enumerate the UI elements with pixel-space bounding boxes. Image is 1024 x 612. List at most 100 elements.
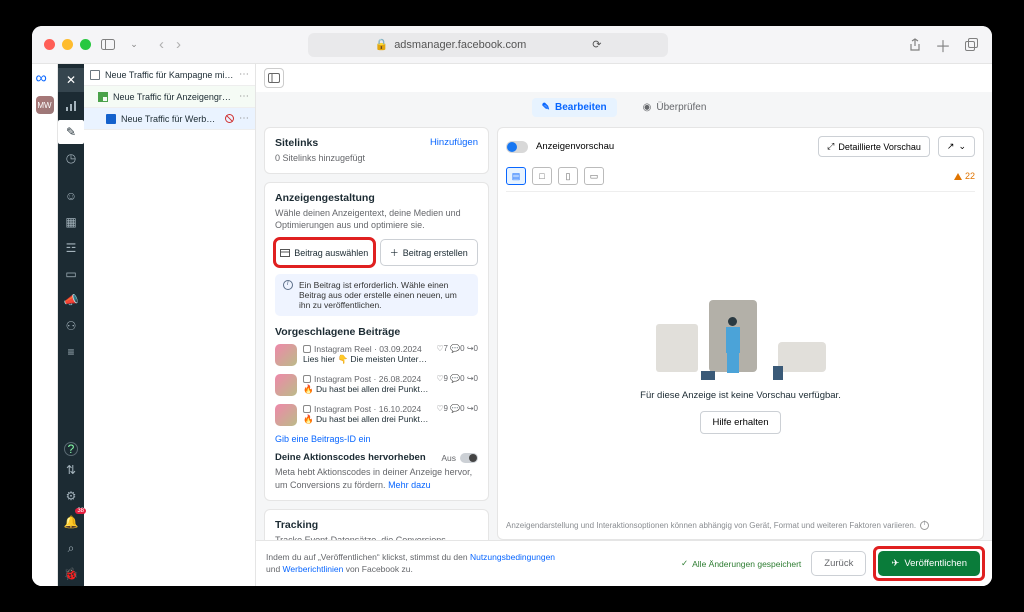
post-icon [280,249,290,257]
meta-logo-icon[interactable]: ∞ [36,70,54,88]
more-icon[interactable]: ⋯ [239,113,249,124]
grid-icon[interactable]: ▦ [58,210,84,234]
clock-icon[interactable]: ◷ [58,146,84,170]
actioncodes-more-link[interactable]: Mehr dazu [388,480,431,490]
actioncodes-toggle[interactable] [460,453,478,463]
tabs-overview-icon[interactable] [962,36,980,54]
campaign-name: Neue Traffic für Kampagne mit empfohl… [105,70,234,80]
titlebar-chevron-icon[interactable]: ⌄ [125,36,143,54]
detailed-preview-button[interactable]: ⤢ Detaillierte Vorschau [818,136,930,157]
sitelinks-add-link[interactable]: Hinzufügen [430,137,478,148]
tab-review[interactable]: ◉ Überprüfen [633,98,717,117]
top-row [256,64,992,92]
terms-link[interactable]: Nutzungsbedingungen [470,552,555,562]
expand-icon: ⤢ [827,141,834,152]
search-rail-icon[interactable]: ⌕ [58,536,84,560]
publish-button[interactable]: ✈ Veröffentlichen [878,551,980,576]
suggested-post[interactable]: Instagram Post · 26.08.2024 🔥 Du hast be… [275,374,478,396]
ad-name: Neue Traffic für Werbeanzeig… [121,114,220,124]
card-icon[interactable]: ▭ [58,262,84,286]
toggle-state-text: Aus [441,453,456,463]
get-help-button[interactable]: Hilfe erhalten [700,411,782,434]
publish-footer: Indem du auf „Veröffentlichen“ klickst, … [256,540,992,586]
post-thumbnail [275,374,297,396]
browser-titlebar: ⌄ ‹ › 🔒 adsmanager.facebook.com ⟳ ＋ [32,26,992,64]
tab-edit[interactable]: ✎ Bearbeiten [532,98,617,117]
new-tab-icon[interactable]: ＋ [934,36,952,54]
back-button[interactable]: Zurück [811,551,866,576]
error-icon [225,114,234,123]
account-avatar[interactable]: MW [36,96,54,114]
chart-icon[interactable] [58,94,84,118]
suggested-posts-heading: Vorgeschlagene Beiträge [275,326,478,338]
breadcrumb-adset[interactable]: Neue Traffic für Anzeigengruppe mi… ⋯ [84,86,255,108]
meta-rail: ∞ MW [32,64,58,586]
empty-preview-illustration [651,280,831,380]
disclaimer: Indem du auf „Veröffentlichen“ klickst, … [266,552,566,574]
lock-icon: 🔒 [374,38,388,51]
pencil-icon: ✎ [542,102,550,113]
device-feed-icon[interactable]: ▤ [506,167,526,185]
smiley-icon[interactable]: ☺ [58,184,84,208]
close-editor-icon[interactable]: ✕ [58,68,84,92]
maximize-window-button[interactable] [80,39,91,50]
help-icon[interactable]: ? [64,442,78,456]
actioncodes-desc: Meta hebt Aktionscodes in deiner Anzeige… [275,467,472,489]
breadcrumb-campaign[interactable]: Neue Traffic für Kampagne mit empfohl… ⋯ [84,64,255,86]
create-post-label: Beitrag erstellen [403,248,468,258]
menu-icon[interactable]: ≡ [58,340,84,364]
info-icon [283,280,293,290]
people-icon[interactable]: ⚇ [58,314,84,338]
megaphone-icon[interactable]: 📣 [58,288,84,312]
device-mobile-icon[interactable]: ▯ [558,167,578,185]
app-root: ∞ MW ✕ ✎ ◷ ☺ ▦ ☲ ▭ 📣 ⚇ ≡ ? ⇅ ⚙ 🔔38 ⌕ 🐞 [32,64,992,586]
post-thumbnail [275,344,297,366]
select-post-button[interactable]: Beitrag auswählen [275,239,374,266]
device-wide-icon[interactable]: ▭ [584,167,604,185]
share-icon[interactable] [906,36,924,54]
suggested-post[interactable]: Instagram Post · 16.10.2024 🔥 Du hast be… [275,404,478,426]
edit-review-tabs: ✎ Bearbeiten ◉ Überprüfen [256,92,992,127]
minimize-window-button[interactable] [62,39,73,50]
pencil-icon[interactable]: ✎ [58,120,84,144]
ad-policies-link[interactable]: Werberichtlinien [283,564,344,574]
select-post-label: Beitrag auswählen [294,248,368,258]
bug-icon[interactable]: 🐞 [58,562,84,586]
preview-warning[interactable]: 22 [954,171,975,181]
url-text: adsmanager.facebook.com [394,39,526,51]
actioncodes-label: Deine Aktionscodes hervorheben [275,452,426,463]
url-bar[interactable]: 🔒 adsmanager.facebook.com ⟳ [308,33,668,57]
tab-edit-label: Bearbeiten [555,102,607,113]
info-icon[interactable]: i [920,521,929,530]
sidebar-toggle-icon[interactable] [99,36,117,54]
create-post-button[interactable]: ＋ Beitrag erstellen [380,239,479,266]
chevron-down-icon: ⌄ [958,141,966,152]
post-stats: ♡7 💬0 ↪0 [436,344,478,366]
suggested-post[interactable]: Instagram Reel · 03.09.2024 Lies hier 👇 … [275,344,478,366]
instagram-icon [303,405,311,413]
post-buttons-row: Beitrag auswählen ＋ Beitrag erstellen [275,239,478,266]
share-preview-button[interactable]: ↗ ⌄ [938,136,975,157]
breadcrumb-ad[interactable]: Neue Traffic für Werbeanzeig… ⋯ [84,108,255,130]
titlebar-right: ＋ [906,36,980,54]
reload-icon[interactable]: ⟳ [592,38,601,51]
gear-icon[interactable]: ⚙ [58,484,84,508]
layers-icon[interactable]: ☲ [58,236,84,260]
settings-transfer-icon[interactable]: ⇅ [58,458,84,482]
saved-indicator: ✓ Alle Änderungen gespeichert [681,558,801,569]
more-icon[interactable]: ⋯ [239,69,249,80]
notifications-icon[interactable]: 🔔38 [58,510,84,534]
more-icon[interactable]: ⋯ [239,91,249,102]
collapse-panel-button[interactable] [264,68,284,88]
tool-rail: ✕ ✎ ◷ ☺ ▦ ☲ ▭ 📣 ⚇ ≡ ? ⇅ ⚙ 🔔38 ⌕ 🐞 [58,64,84,586]
back-button[interactable]: ‹ [155,36,168,53]
send-icon: ✈ [891,558,899,569]
preview-toggle[interactable] [506,141,528,153]
forward-button[interactable]: › [172,36,185,53]
content-split: Sitelinks 0 Sitelinks hinzugefügt Hinzuf… [256,127,992,540]
device-square-icon[interactable]: □ [532,167,552,185]
close-window-button[interactable] [44,39,55,50]
eye-icon: ◉ [643,102,652,113]
post-text: 🔥 Du hast bei allen drei Punkten genickt… [303,384,430,395]
enter-post-id-link[interactable]: Gib eine Beitrags-ID ein [275,434,478,444]
